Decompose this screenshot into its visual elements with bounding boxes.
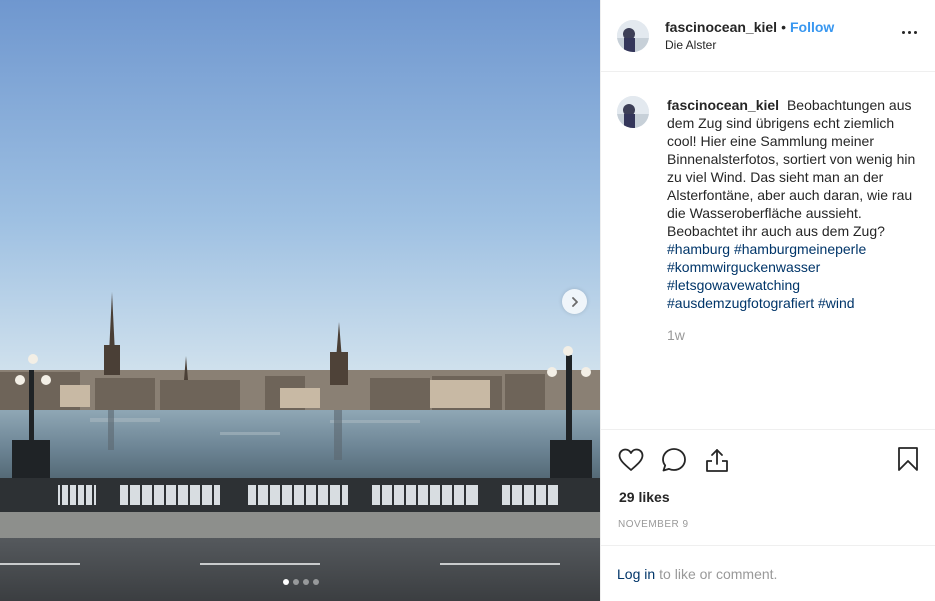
- post-photo[interactable]: [0, 0, 600, 601]
- action-bar: [601, 429, 935, 489]
- avatar-image: [617, 19, 649, 52]
- avatar[interactable]: [617, 19, 649, 52]
- post-header: fascinocean_kiel • Follow Die Alster: [601, 0, 935, 72]
- likes-count[interactable]: 29 likes: [601, 489, 935, 509]
- caption-body: fascinocean_kiel Beobachtungen aus dem Z…: [667, 96, 919, 344]
- caption-timestamp: 1w: [667, 327, 685, 343]
- hashtag-link[interactable]: #hamburg: [667, 241, 730, 257]
- login-link[interactable]: Log in: [617, 566, 655, 582]
- caption-text: Beobachtungen aus dem Zug sind übrigens …: [667, 97, 916, 239]
- more-options-icon[interactable]: [902, 27, 917, 38]
- header-row: fascinocean_kiel • Follow: [665, 19, 834, 35]
- comments-area: fascinocean_kiel Beobachtungen aus dem Z…: [601, 72, 935, 429]
- caption: fascinocean_kiel Beobachtungen aus dem Z…: [617, 96, 919, 344]
- location-link[interactable]: Die Alster: [665, 38, 834, 52]
- hashtag-link[interactable]: #wind: [818, 295, 855, 311]
- chevron-right-icon: [571, 296, 578, 307]
- post-view: fascinocean_kiel • Follow Die Alster fas…: [0, 0, 935, 601]
- caption-username-link[interactable]: fascinocean_kiel: [667, 97, 779, 113]
- avatar-image: [617, 96, 649, 128]
- post-side-panel: fascinocean_kiel • Follow Die Alster fas…: [600, 0, 935, 601]
- login-footer: Log in to like or comment.: [601, 545, 935, 601]
- post-date: November 9: [618, 519, 689, 530]
- heart-icon: [618, 448, 644, 471]
- hashtag-link[interactable]: #ausdemzugfotografiert: [667, 295, 814, 311]
- bookmark-icon: [898, 447, 918, 471]
- carousel-dot: [293, 579, 299, 585]
- hashtag-link[interactable]: #kommwirguckenwasser: [667, 259, 820, 275]
- like-button[interactable]: [617, 446, 645, 474]
- follow-button[interactable]: Follow: [790, 19, 834, 35]
- separator-dot: •: [781, 19, 786, 35]
- carousel-dot: [303, 579, 309, 585]
- login-prompt-text: to like or comment.: [659, 565, 778, 582]
- save-button[interactable]: [897, 446, 919, 477]
- comment-icon: [662, 447, 686, 471]
- hashtag-link[interactable]: #letsgowavewatching: [667, 277, 800, 293]
- alster-photo-image: [0, 0, 600, 601]
- carousel-indicator: [283, 579, 319, 585]
- carousel-dot-active: [283, 579, 289, 585]
- comment-button[interactable]: [660, 446, 688, 474]
- share-button[interactable]: [703, 446, 731, 474]
- avatar[interactable]: [617, 96, 649, 128]
- share-icon: [706, 448, 728, 472]
- hashtag-link[interactable]: #hamburgmeineperle: [734, 241, 866, 257]
- carousel-dot: [313, 579, 319, 585]
- username-link[interactable]: fascinocean_kiel: [665, 19, 777, 35]
- next-slide-button[interactable]: [562, 289, 587, 314]
- header-text: fascinocean_kiel • Follow Die Alster: [665, 19, 834, 52]
